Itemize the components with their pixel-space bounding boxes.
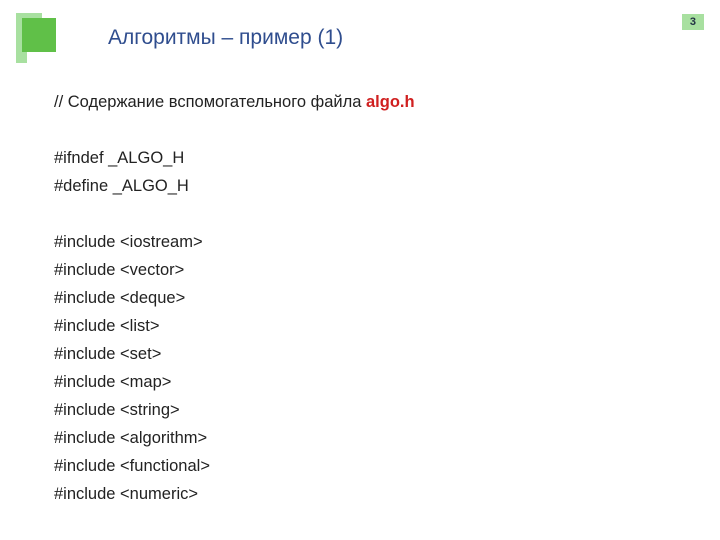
- blank-line: [54, 200, 690, 228]
- code-line: #include <algorithm>: [54, 424, 690, 452]
- comment-text: // Содержание вспомогательного файла: [54, 93, 366, 111]
- code-line: #include <string>: [54, 396, 690, 424]
- code-content: // Содержание вспомогательного файла alg…: [54, 88, 690, 508]
- comment-filename: algo.h: [366, 93, 415, 111]
- includes-block: #include <iostream>#include <vector>#inc…: [54, 228, 690, 508]
- code-line: #include <numeric>: [54, 480, 690, 508]
- code-line: #include <map>: [54, 368, 690, 396]
- code-line: #include <functional>: [54, 452, 690, 480]
- decoration-square: [22, 18, 56, 52]
- slide-title: Алгоритмы – пример (1): [108, 26, 343, 50]
- blank-line: [54, 116, 690, 144]
- code-line: #ifndef _ALGO_H: [54, 144, 690, 172]
- code-line: #define _ALGO_H: [54, 172, 690, 200]
- code-line: #include <deque>: [54, 284, 690, 312]
- guard-block: #ifndef _ALGO_H#define _ALGO_H: [54, 144, 690, 200]
- code-line: #include <list>: [54, 312, 690, 340]
- code-line: #include <set>: [54, 340, 690, 368]
- slide: 3 Алгоритмы – пример (1) // Содержание в…: [0, 0, 720, 540]
- code-line: #include <vector>: [54, 256, 690, 284]
- page-number-badge: 3: [682, 14, 704, 30]
- code-comment: // Содержание вспомогательного файла alg…: [54, 88, 690, 116]
- code-line: #include <iostream>: [54, 228, 690, 256]
